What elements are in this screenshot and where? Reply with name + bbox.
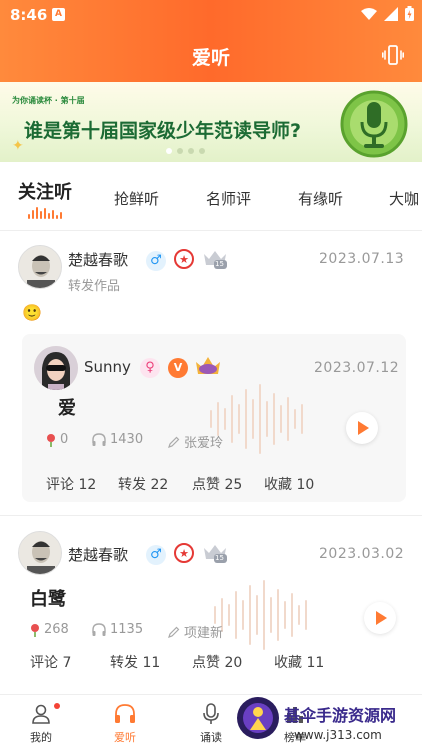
male-icon: ♂ <box>146 545 166 565</box>
flower-icon <box>47 433 55 447</box>
work-title[interactable]: 白鹭 <box>30 585 66 611</box>
pencil-icon <box>168 436 180 448</box>
divider <box>0 515 422 516</box>
microphone-icon <box>203 703 219 724</box>
work-title[interactable]: 爱 <box>58 394 76 420</box>
flower-icon <box>31 623 39 637</box>
nav-mine[interactable]: 我的 <box>6 695 76 750</box>
headphones-icon <box>115 704 135 723</box>
post-date: 2023.03.02 <box>319 546 405 562</box>
headphones-icon <box>92 433 106 446</box>
play-button[interactable] <box>364 602 396 634</box>
pencil-icon <box>168 626 180 638</box>
waveform-decoration <box>210 384 303 454</box>
post-type-label: 转发作品 <box>68 279 121 294</box>
microphone-badge-icon <box>340 90 408 158</box>
app-header: 8:46 A 爱听 <box>0 0 422 82</box>
female-icon: ♀ <box>140 358 160 378</box>
comment-button[interactable]: 评论 7 <box>30 652 71 672</box>
flower-count: 268 <box>30 622 69 637</box>
emoji-text: 🙂 <box>22 303 42 322</box>
forward-button[interactable]: 转发 22 <box>118 474 168 494</box>
forward-button[interactable]: 转发 11 <box>110 652 160 672</box>
collect-button[interactable]: 收藏 11 <box>274 652 324 672</box>
system-icons <box>361 6 414 21</box>
post-date: 2023.07.13 <box>319 251 405 267</box>
sparkle-icon: ✦ <box>12 138 24 154</box>
avatar[interactable] <box>34 346 78 390</box>
star-badge-icon: ★ <box>174 543 194 563</box>
watermark-name: 基伞手游资源网 <box>284 706 397 725</box>
watermark-logo: 基伞手游资源网 www.j313.com <box>236 694 422 750</box>
banner-caption: 为你诵读杯 · 第十届 <box>12 96 85 105</box>
tab-fresh[interactable]: 抢鲜听 <box>114 188 159 209</box>
page-title: 爱听 <box>191 47 230 69</box>
level-number: 15 <box>215 260 224 268</box>
avatar[interactable] <box>18 245 62 289</box>
username[interactable]: Sunny <box>84 358 131 376</box>
unread-dot <box>54 703 60 709</box>
comment-button[interactable]: 评论 12 <box>46 474 96 494</box>
battery-icon <box>405 6 414 21</box>
watermark-icon <box>237 697 279 739</box>
signal-icon <box>384 6 398 21</box>
like-button[interactable]: 点赞 25 <box>192 474 242 494</box>
level-number: 15 <box>215 554 224 562</box>
watermark-url: www.j313.com <box>294 728 382 742</box>
post-date: 2023.07.12 <box>314 360 400 376</box>
nav-listen[interactable]: 爱听 <box>90 695 160 750</box>
play-button[interactable] <box>346 412 378 444</box>
status-bar: 8:46 A <box>0 0 422 30</box>
flower-count: 0 <box>46 432 68 447</box>
username[interactable]: 楚越春歌 <box>68 249 128 270</box>
avatar[interactable] <box>18 531 62 575</box>
tab-fate[interactable]: 有缘听 <box>298 188 343 209</box>
banner-pager <box>166 148 205 154</box>
male-icon: ♂ <box>146 251 166 271</box>
tab-teacher-review[interactable]: 名师评 <box>206 188 251 209</box>
listen-count: 1135 <box>92 622 143 637</box>
like-button[interactable]: 点赞 20 <box>192 652 242 672</box>
tab-following[interactable]: 关注听 <box>18 178 72 204</box>
notification-icon: A <box>52 8 65 21</box>
username[interactable]: 楚越春歌 <box>68 544 128 565</box>
author-info: 项建新 <box>168 622 223 641</box>
tab-celebrity[interactable]: 大咖 <box>389 188 419 209</box>
forwarded-work-card[interactable]: Sunny ♀ V 2023.07.12 爱 0 1430 张爱玲 评论 12 … <box>22 334 406 502</box>
divider <box>0 230 422 231</box>
listen-count: 1430 <box>92 432 143 447</box>
play-icon <box>358 421 369 435</box>
vibrate-icon[interactable] <box>382 44 404 66</box>
wifi-icon <box>361 7 377 20</box>
v-badge-icon: V <box>168 358 188 378</box>
banner-headline: 谁是第十届国家级少年范读导师? <box>24 120 302 142</box>
waveform-decoration <box>214 580 307 650</box>
star-badge-icon: ★ <box>174 249 194 269</box>
category-tabs: 关注听 抢鲜听 名师评 有缘听 大咖 <box>0 162 422 228</box>
person-icon <box>32 704 50 724</box>
author-info: 张爱玲 <box>168 432 223 451</box>
headphones-icon <box>92 623 106 636</box>
crown-level-icon: 15 <box>202 248 228 270</box>
status-time: 8:46 <box>10 6 48 24</box>
active-tab-indicator <box>28 207 62 219</box>
crown-level-icon: 15 <box>202 542 228 564</box>
play-icon <box>376 611 387 625</box>
collect-button[interactable]: 收藏 10 <box>264 474 314 494</box>
crown-level-icon <box>194 354 222 378</box>
promo-banner[interactable]: 为你诵读杯 · 第十届 谁是第十届国家级少年范读导师? ✦ <box>0 82 422 162</box>
